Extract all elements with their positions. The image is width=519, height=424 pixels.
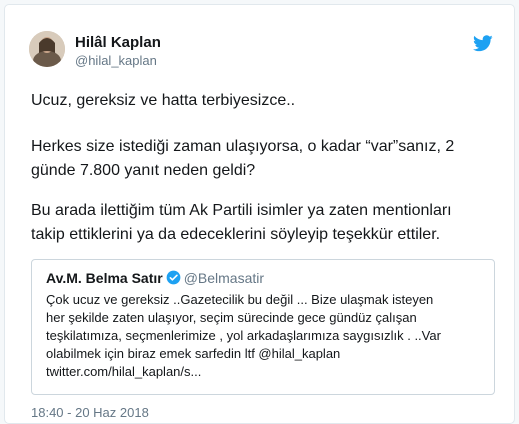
tweet-text-paragraph-2: Herkes size istediği zaman ulaşıyorsa, o… xyxy=(31,135,491,183)
quoted-author-name: Av.M. Belma Satır xyxy=(46,270,163,286)
quoted-author-handle: @Belmasatir xyxy=(183,270,265,286)
verified-badge-icon xyxy=(166,270,181,289)
author-handle[interactable]: @hilal_kaplan xyxy=(75,53,161,69)
tweet-text-line: Herkes size istediği zaman ulaşıyorsa, o… xyxy=(31,138,455,155)
tweet-text-line: günde 7.800 yanıt neden geldi? xyxy=(31,162,256,179)
author-block[interactable]: Hilâl Kaplan @hilal_kaplan xyxy=(75,34,161,69)
quoted-tweet[interactable]: Av.M. Belma Satır @Belmasatir Çok ucuz ve… xyxy=(31,259,495,395)
quoted-text-line: olabilmek için biraz emek sarfedin ltf @… xyxy=(46,346,341,361)
quoted-tweet-body: Çok ucuz ve gereksiz ..Gazetecilik bu de… xyxy=(46,291,486,381)
tweet-card: Hilâl Kaplan @hilal_kaplan Ucuz, gereksi… xyxy=(4,4,515,424)
quoted-link[interactable]: twitter.com/hilal_kaplan/s... xyxy=(46,363,486,381)
author-avatar[interactable] xyxy=(29,31,65,67)
tweet-text-paragraph-3: Bu arada ilettiğim tüm Ak Partili isimle… xyxy=(31,199,491,247)
tweet-text-line: Ucuz, gereksiz ve hatta terbiyesizce.. xyxy=(31,92,296,109)
quoted-text-line: her şekilde zaten ulaşıyor, seçim süreci… xyxy=(46,310,417,325)
quoted-tweet-header: Av.M. Belma Satır @Belmasatir xyxy=(46,269,264,289)
quoted-text-line: Çok ucuz ve gereksiz ..Gazetecilik bu de… xyxy=(46,292,434,307)
tweet-text-line: Bu arada ilettiğim tüm Ak Partili isimle… xyxy=(31,202,452,219)
tweet-text-line: takip ettiklerini ya da edeceklerini söy… xyxy=(31,226,441,243)
tweet-timestamp[interactable]: 18:40 - 20 Haz 2018 xyxy=(31,405,149,420)
twitter-bird-icon[interactable] xyxy=(473,35,495,53)
quoted-text-line: teşkilatımıza, seçmenlerimize , yol arka… xyxy=(46,328,441,343)
author-name[interactable]: Hilâl Kaplan xyxy=(75,34,161,52)
